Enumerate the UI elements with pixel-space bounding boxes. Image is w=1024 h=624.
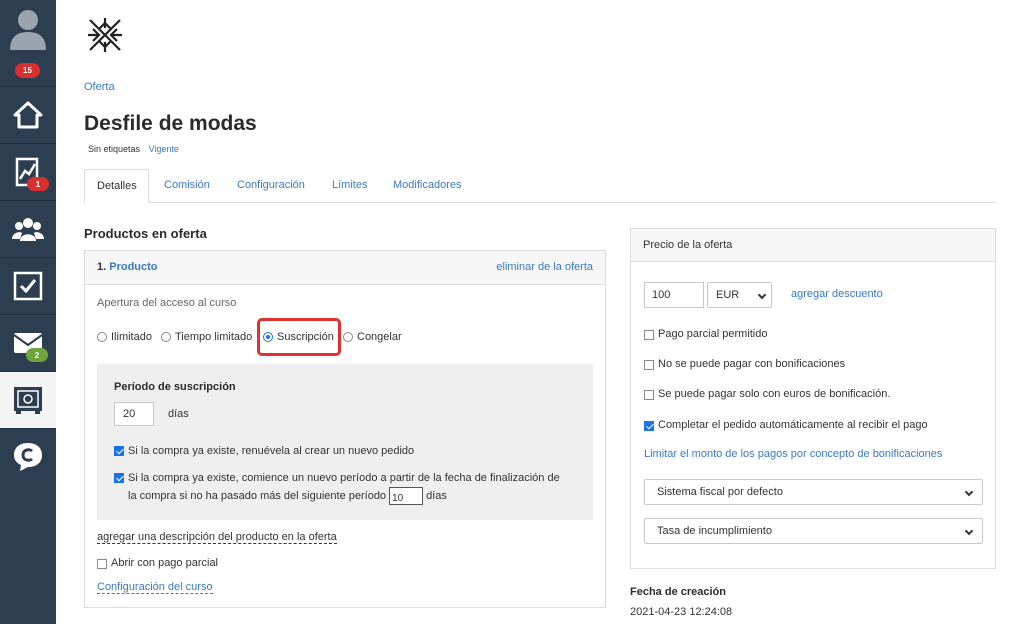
partial-allowed-label: Pago parcial permitido xyxy=(658,328,768,340)
price-header: Precio de la oferta xyxy=(631,229,995,262)
renew-checkbox-row[interactable]: Si la compra ya existe, renuévela al cre… xyxy=(114,445,414,457)
no-bonus-checkbox[interactable] xyxy=(644,359,654,370)
currency-value: EUR xyxy=(716,289,740,301)
tab-configuration[interactable]: Configuración xyxy=(225,169,317,203)
tax-system-select[interactable]: Sistema fiscal por defecto xyxy=(644,479,983,505)
sidebar-item-mail[interactable]: 2 xyxy=(0,314,56,371)
sidebar-item-chat[interactable] xyxy=(0,428,56,485)
subscription-period-title: Período de suscripción xyxy=(114,381,236,393)
new-period-checkbox[interactable] xyxy=(114,473,124,483)
add-discount-link[interactable]: agregar descuento xyxy=(791,288,883,300)
course-config-link[interactable]: Configuración del curso xyxy=(97,581,213,594)
partial-payment-label: Abrir con pago parcial xyxy=(111,557,219,569)
new-period-checkbox-row[interactable]: Si la compra ya existe, comience un nuev… xyxy=(114,469,560,506)
products-section-title: Productos en oferta xyxy=(84,226,207,241)
radio-unlimited-dot[interactable] xyxy=(97,332,107,342)
default-rate-value: Tasa de incumplimiento xyxy=(657,525,772,537)
renew-checkbox-label: Si la compra ya existe, renuévela al cre… xyxy=(128,445,415,457)
currency-select[interactable]: EUR xyxy=(707,282,772,308)
mail-badge: 2 xyxy=(26,348,48,362)
user-icon xyxy=(10,10,46,50)
sidebar-item-stats[interactable]: 1 xyxy=(0,143,56,200)
user-avatar[interactable] xyxy=(0,0,56,56)
access-label: Apertura del acceso al curso xyxy=(97,297,237,309)
product-card: 1. Producto eliminar de la oferta Apertu… xyxy=(84,250,606,608)
renew-checkbox[interactable] xyxy=(114,446,124,456)
chevron-down-icon xyxy=(964,526,974,536)
limit-bonus-payments-link[interactable]: Limitar el monto de los pagos por concep… xyxy=(644,448,942,460)
radio-freeze[interactable]: Congelar xyxy=(343,331,402,343)
no-tags-label: Sin etiquetas xyxy=(88,144,141,154)
sidebar-item-home[interactable] xyxy=(0,86,56,143)
home-icon xyxy=(13,101,43,129)
radio-unlimited[interactable]: Ilimitado xyxy=(97,331,152,343)
bonus-only-checkbox[interactable] xyxy=(644,389,654,400)
product-number: 1. Producto xyxy=(97,261,158,273)
auto-complete-label: Completar el pedido automáticamente al r… xyxy=(658,419,928,431)
subscription-panel: Período de suscripción 20 días Si la com… xyxy=(97,364,593,520)
tabs-bar: Detalles Comisión Configuración Límites … xyxy=(84,169,996,203)
price-title: Precio de la oferta xyxy=(643,239,733,251)
stats-badge: 1 xyxy=(27,177,49,191)
new-period-days-input[interactable]: 10 xyxy=(389,487,424,506)
bonus-only-label: Se puede pagar solo con euros de bonific… xyxy=(658,388,891,400)
tags-line: Sin etiquetas Vigente xyxy=(88,144,179,154)
safe-icon xyxy=(14,387,42,414)
subscription-days-unit: días xyxy=(168,408,189,420)
new-period-days-unit: días xyxy=(426,490,447,502)
chat-icon xyxy=(14,443,42,471)
product-header: 1. Producto eliminar de la oferta xyxy=(85,251,605,285)
tab-commission[interactable]: Comisión xyxy=(152,169,222,203)
created-date-label: Fecha de creación xyxy=(630,586,726,598)
partial-allowed-checkbox[interactable] xyxy=(644,329,654,340)
sidebar-item-tasks[interactable] xyxy=(0,257,56,314)
created-date-value: 2021-04-23 12:24:08 xyxy=(630,606,733,618)
radio-freeze-label: Congelar xyxy=(357,331,402,343)
bonus-only-row[interactable]: Se puede pagar solo con euros de bonific… xyxy=(644,388,890,400)
product-link[interactable]: Producto xyxy=(109,261,157,273)
users-icon xyxy=(12,218,44,241)
checkbox-icon xyxy=(13,271,43,301)
partial-payment-row[interactable]: Abrir con pago parcial xyxy=(97,557,218,569)
no-bonus-label: No se puede pagar con bonificaciones xyxy=(658,358,846,370)
sidebar-item-users[interactable] xyxy=(0,200,56,257)
chevron-down-icon xyxy=(964,487,974,497)
auto-complete-checkbox[interactable] xyxy=(644,420,654,431)
tab-limits[interactable]: Límites xyxy=(320,169,379,203)
auto-complete-row[interactable]: Completar el pedido automáticamente al r… xyxy=(644,419,928,431)
new-period-text: Si la compra ya existe, comience un nuev… xyxy=(128,469,560,506)
product-index: 1. xyxy=(97,261,107,273)
sidebar-item-safe[interactable] xyxy=(0,371,56,428)
status-link[interactable]: Vigente xyxy=(149,144,179,154)
price-amount-input[interactable]: 100 xyxy=(644,282,704,308)
price-card: Precio de la oferta 100 EUR agregar desc… xyxy=(630,228,996,569)
no-bonus-row[interactable]: No se puede pagar con bonificaciones xyxy=(644,358,845,370)
subscription-days-input[interactable]: 20 xyxy=(114,402,154,426)
radio-limited-time-label: Tiempo limitado xyxy=(175,331,253,343)
tab-details[interactable]: Detalles xyxy=(84,169,149,203)
new-period-line-2-text: la compra si no ha pasado más del siguie… xyxy=(128,490,387,502)
notifications-badge: 15 xyxy=(15,63,40,78)
chevron-down-icon xyxy=(757,290,767,300)
sidebar: 15 1 2 xyxy=(0,0,56,624)
partial-allowed-row[interactable]: Pago parcial permitido xyxy=(644,328,767,340)
radio-limited-time-dot[interactable] xyxy=(161,332,171,342)
radio-unlimited-label: Ilimitado xyxy=(111,331,152,343)
partial-payment-checkbox[interactable] xyxy=(97,558,107,569)
tax-system-value: Sistema fiscal por defecto xyxy=(657,486,783,498)
radio-freeze-dot[interactable] xyxy=(343,332,353,342)
default-rate-select[interactable]: Tasa de incumplimiento xyxy=(644,518,983,544)
new-period-line-2: la compra si no ha pasado más del siguie… xyxy=(128,487,560,506)
new-period-line-1: Si la compra ya existe, comience un nuev… xyxy=(128,472,560,484)
page-title: Desfile de modas xyxy=(84,112,257,135)
tab-modifiers[interactable]: Modificadores xyxy=(381,169,473,203)
highlight-box xyxy=(257,318,341,356)
add-description-link[interactable]: agregar una descripción del producto en … xyxy=(97,531,337,544)
breadcrumb-offer[interactable]: Oferta xyxy=(84,81,115,93)
brand-logo xyxy=(88,18,122,52)
radio-limited-time[interactable]: Tiempo limitado xyxy=(161,331,252,343)
remove-from-offer-link[interactable]: eliminar de la oferta xyxy=(496,261,593,273)
